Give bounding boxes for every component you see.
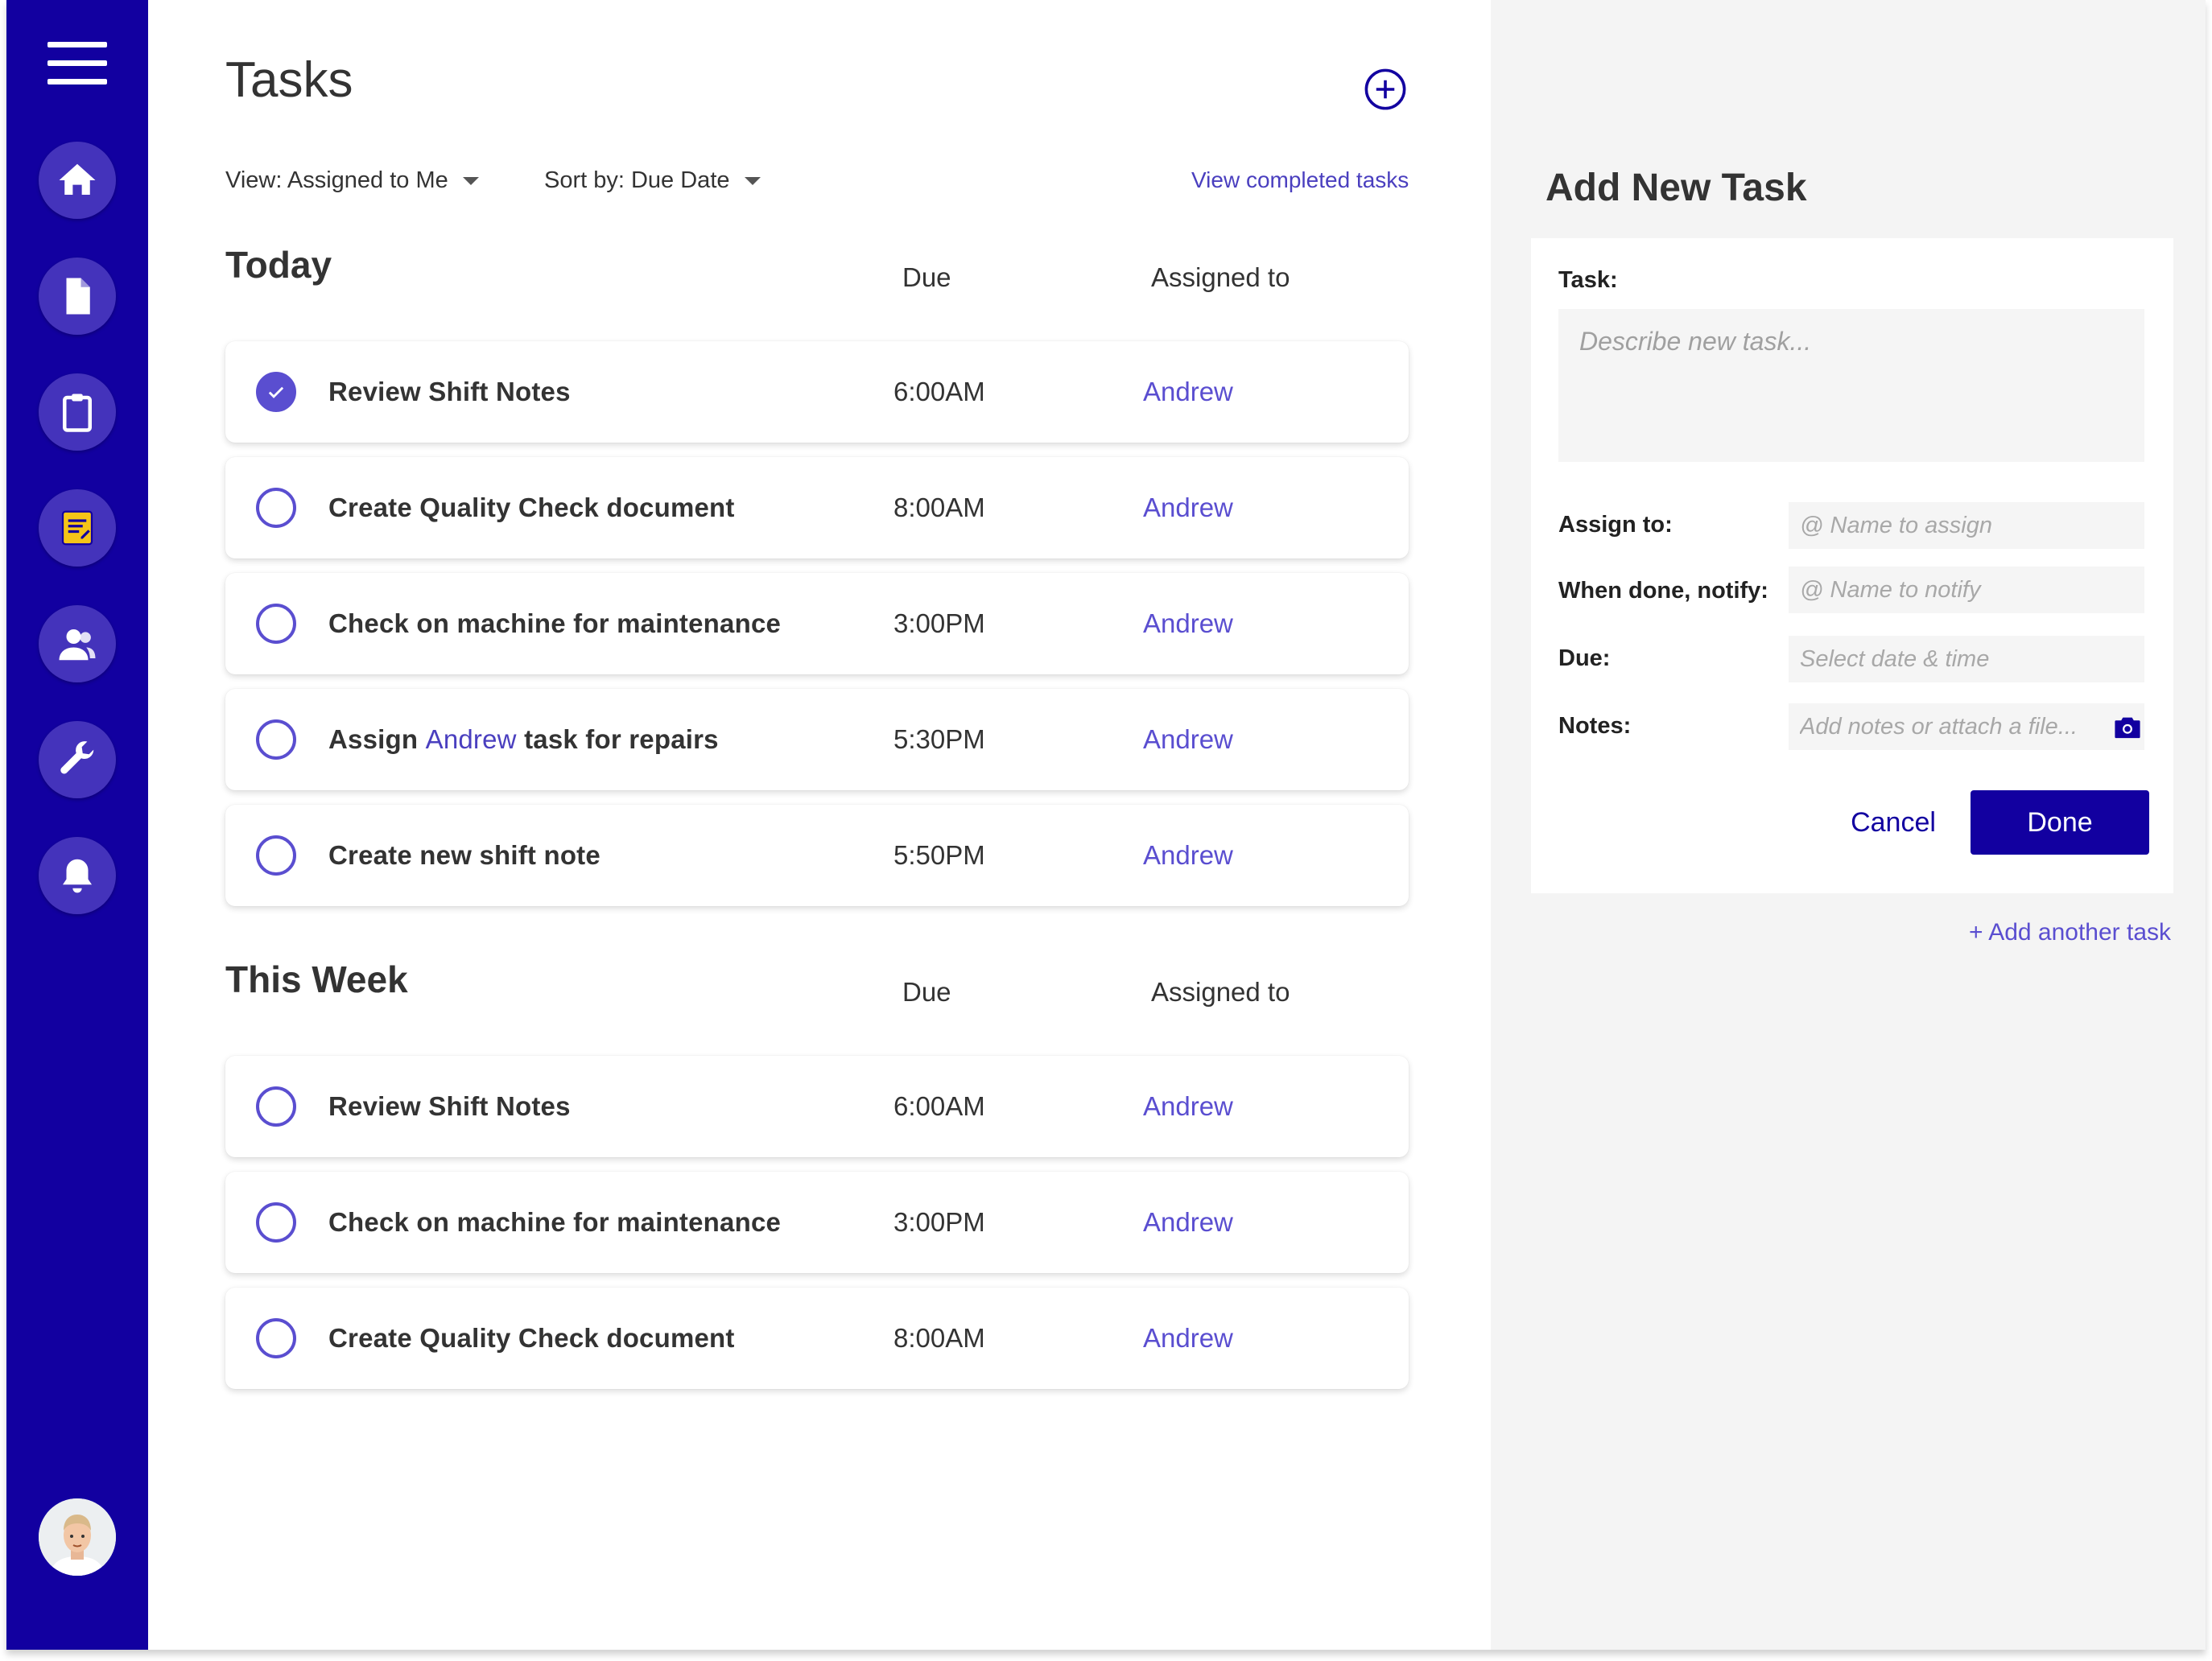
notify-input[interactable] <box>1789 567 2144 613</box>
task-title: Assign Andrew task for repairs <box>328 724 719 755</box>
section-title-today: Today <box>225 244 332 286</box>
task-checkbox-checked[interactable] <box>256 372 296 412</box>
task-title: Create Quality Check document <box>328 493 735 522</box>
assign-input[interactable] <box>1789 502 2144 549</box>
check-icon <box>268 386 284 398</box>
task-due: 3:00PM <box>893 608 985 638</box>
panel-title: Add New Task <box>1546 167 1807 209</box>
task-assignee[interactable]: Andrew <box>1143 1323 1233 1354</box>
task-row[interactable]: Review Shift Notes 6:00AM Andrew <box>225 341 1409 443</box>
task-title: Review Shift Notes <box>328 1091 571 1121</box>
due-date-input[interactable] <box>1789 636 2144 682</box>
task-mention[interactable]: Andrew <box>426 724 517 754</box>
clipboard-icon <box>63 394 92 432</box>
document-icon <box>66 278 90 315</box>
sidebar <box>6 0 148 1650</box>
column-header-due: Due <box>902 977 951 1007</box>
app-window: Tasks View: Assigned to Me Sort by: Due … <box>6 0 2206 1650</box>
task-due: 8:00AM <box>893 1323 985 1353</box>
sidebar-item-maintenance[interactable] <box>39 721 116 798</box>
page-title: Tasks <box>225 52 353 108</box>
task-assignee[interactable]: Andrew <box>1143 377 1233 407</box>
task-row[interactable]: Check on machine for maintenance 3:00PM … <box>225 1172 1409 1273</box>
camera-icon[interactable] <box>2114 715 2141 739</box>
section-title-this-week: This Week <box>225 958 408 1000</box>
done-button[interactable]: Done <box>1971 790 2149 855</box>
task-checkbox[interactable] <box>256 1086 296 1127</box>
view-filter-label: View: Assigned to Me <box>225 167 448 193</box>
sidebar-item-users[interactable] <box>39 605 116 682</box>
view-filter-dropdown[interactable]: View: Assigned to Me <box>225 167 479 194</box>
task-label: Task: <box>1558 267 1618 293</box>
view-completed-link[interactable]: View completed tasks <box>1191 167 1409 193</box>
task-checkbox[interactable] <box>256 719 296 760</box>
cancel-button[interactable]: Cancel <box>1813 790 1974 855</box>
task-due: 5:30PM <box>893 724 985 754</box>
task-checkbox[interactable] <box>256 1202 296 1243</box>
task-title: Check on machine for maintenance <box>328 1207 782 1237</box>
task-assignee[interactable]: Andrew <box>1143 724 1233 755</box>
task-due: 3:00PM <box>893 1207 985 1237</box>
sidebar-item-notifications[interactable] <box>39 837 116 914</box>
add-circle-icon[interactable] <box>1364 68 1407 111</box>
task-row[interactable]: Create new shift note 5:50PM Andrew <box>225 805 1409 906</box>
task-checkbox[interactable] <box>256 604 296 644</box>
task-due: 5:50PM <box>893 840 985 870</box>
notes-icon <box>61 510 93 546</box>
task-assignee[interactable]: Andrew <box>1143 493 1233 523</box>
add-another-task-link[interactable]: + Add another task <box>1969 919 2171 946</box>
sidebar-item-clipboard[interactable] <box>39 373 116 451</box>
task-list-area: Tasks View: Assigned to Me Sort by: Due … <box>148 0 1491 1650</box>
task-row[interactable]: Create Quality Check document 8:00AM And… <box>225 457 1409 558</box>
task-title: Create new shift note <box>328 840 600 870</box>
sidebar-item-notes[interactable] <box>39 489 116 567</box>
task-checkbox[interactable] <box>256 835 296 876</box>
column-header-due: Due <box>902 262 951 292</box>
sort-label: Sort by: Due Date <box>544 167 730 193</box>
users-icon <box>59 629 96 661</box>
menu-icon[interactable] <box>47 42 107 85</box>
avatar[interactable] <box>39 1498 116 1576</box>
notes-input[interactable] <box>1789 703 2144 750</box>
column-header-assigned: Assigned to <box>1151 262 1290 292</box>
task-due: 6:00AM <box>893 1091 985 1121</box>
add-task-form: Task: Assign to: When done, notify: Due:… <box>1531 238 2173 893</box>
home-icon <box>59 163 96 195</box>
bell-icon <box>63 859 92 893</box>
assign-label: Assign to: <box>1558 512 1673 538</box>
add-task-panel: Add New Task Task: Assign to: When done,… <box>1491 0 2206 1650</box>
task-title: Create Quality Check document <box>328 1323 735 1353</box>
sort-dropdown[interactable]: Sort by: Due Date <box>544 167 761 194</box>
task-assignee[interactable]: Andrew <box>1143 1207 1233 1238</box>
task-row[interactable]: Create Quality Check document 8:00AM And… <box>225 1288 1409 1389</box>
task-title-part: Assign <box>328 724 419 754</box>
task-due: 8:00AM <box>893 493 985 522</box>
due-label: Due: <box>1558 645 1611 671</box>
task-title: Check on machine for maintenance <box>328 608 782 638</box>
task-description-input[interactable] <box>1558 309 2144 462</box>
task-assignee[interactable]: Andrew <box>1143 608 1233 639</box>
wrench-icon <box>60 741 94 774</box>
sidebar-item-documents[interactable] <box>39 258 116 335</box>
task-checkbox[interactable] <box>256 488 296 528</box>
notes-label: Notes: <box>1558 713 1632 739</box>
sidebar-item-home[interactable] <box>39 142 116 219</box>
chevron-down-icon <box>462 176 479 185</box>
chevron-down-icon <box>744 176 761 185</box>
task-row[interactable]: Check on machine for maintenance 3:00PM … <box>225 573 1409 674</box>
task-assignee[interactable]: Andrew <box>1143 840 1233 871</box>
column-header-assigned: Assigned to <box>1151 977 1290 1007</box>
user-avatar-icon <box>39 1498 116 1576</box>
task-checkbox[interactable] <box>256 1318 296 1358</box>
notify-label: When done, notify: <box>1558 578 1768 604</box>
task-row[interactable]: Review Shift Notes 6:00AM Andrew <box>225 1056 1409 1157</box>
task-due: 6:00AM <box>893 377 985 406</box>
task-title: Review Shift Notes <box>328 377 571 406</box>
task-row[interactable]: Assign Andrew task for repairs 5:30PM An… <box>225 689 1409 790</box>
task-title-part: task for repairs <box>524 724 719 754</box>
task-assignee[interactable]: Andrew <box>1143 1091 1233 1122</box>
